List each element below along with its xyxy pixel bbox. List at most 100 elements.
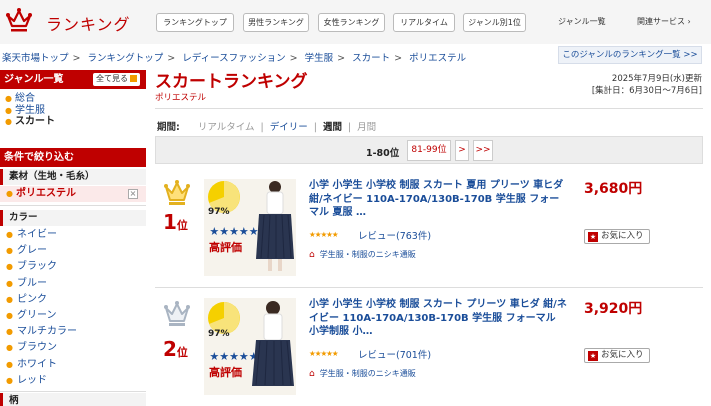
period-monthly: 月間 bbox=[357, 122, 377, 133]
ranking-logo-text[interactable]: ランキング bbox=[46, 11, 131, 35]
period-selector: 期間: リアルタイム | デイリー | 週間 | 月間 bbox=[157, 122, 377, 133]
breadcrumb: 楽天市場トップ > ランキングトップ > レディースファッション > 学生服 > スカー… bbox=[2, 53, 467, 64]
period-weekly: 週間 bbox=[322, 122, 342, 133]
bullet-icon: ● bbox=[6, 327, 13, 337]
color-item[interactable]: ● マルチカラー bbox=[6, 324, 77, 340]
star-icon: ★ bbox=[588, 232, 598, 242]
shop-link[interactable]: ⌂ 学生服・制服のニシキ通販 bbox=[309, 249, 416, 260]
bullet-icon: ● bbox=[6, 262, 13, 272]
bullet-icon: ● bbox=[6, 375, 13, 385]
price: 3,680円 bbox=[584, 181, 643, 197]
breadcrumb-item[interactable]: 学生服 bbox=[305, 53, 334, 64]
add-favorite-button[interactable]: ★ お気に入り bbox=[584, 348, 650, 363]
pager-current: 1-80位 bbox=[366, 148, 400, 159]
material-selected[interactable]: ● ポリエステル × bbox=[0, 186, 146, 202]
product-image[interactable]: ★★★★★ 97% 高評価 bbox=[204, 298, 296, 395]
bullet-icon: ● bbox=[6, 278, 13, 288]
bullet-icon: ● bbox=[5, 105, 12, 115]
color-item[interactable]: ● ピンク bbox=[6, 292, 77, 308]
female-ranking-button[interactable]: 女性ランキング bbox=[318, 13, 385, 32]
rating-badge-pct: 97% bbox=[208, 207, 230, 217]
star-icon: ★ bbox=[588, 351, 598, 361]
breadcrumb-item[interactable]: レディースファッション bbox=[182, 53, 285, 64]
bullet-icon: ● bbox=[6, 359, 13, 369]
ranking-top-button[interactable]: ランキングトップ bbox=[156, 13, 234, 32]
male-ranking-button[interactable]: 男性ランキング bbox=[243, 13, 309, 32]
pattern-heading: 柄 bbox=[0, 393, 146, 406]
pager-last-button[interactable]: >> bbox=[473, 140, 493, 161]
rank-number: 2位 bbox=[163, 337, 188, 361]
genre-list-link[interactable]: ジャンル一覧 bbox=[558, 16, 606, 27]
period-label: 期間: bbox=[157, 122, 180, 133]
gold-crown-icon bbox=[164, 180, 190, 205]
bullet-icon: ● bbox=[6, 230, 13, 239]
period-daily[interactable]: デイリー bbox=[270, 122, 308, 133]
svg-text:★★★★★: ★★★★★ bbox=[209, 225, 258, 238]
color-list: ● ネイビー ● グレー ● ブラック ● ブルー ● ピンク ● グリーン ● マルチカラー… bbox=[6, 227, 77, 389]
breadcrumb-item[interactable]: ポリエステル bbox=[409, 53, 466, 64]
bullet-icon: ● bbox=[6, 294, 13, 304]
review-link[interactable]: レビュー(763件) bbox=[358, 228, 431, 242]
bullet-icon: ● bbox=[5, 94, 12, 103]
rating-badge-pct: 97% bbox=[208, 329, 230, 339]
price: 3,920円 bbox=[584, 301, 643, 317]
bullet-icon: ● bbox=[6, 189, 13, 198]
bullet-icon: ● bbox=[5, 117, 12, 126]
divider bbox=[155, 287, 703, 288]
breadcrumb-item[interactable]: スカート bbox=[352, 53, 390, 64]
rating-stars-icon: ★★★★★ bbox=[309, 230, 339, 239]
divider bbox=[0, 205, 146, 206]
review-link[interactable]: レビュー(701件) bbox=[358, 347, 431, 361]
shop-link[interactable]: ⌂ 学生服・制服のニシキ通販 bbox=[309, 368, 416, 379]
period-realtime: リアルタイム bbox=[197, 122, 255, 133]
genre-list-header: ジャンル一覧 全て見る bbox=[0, 70, 146, 89]
bullet-icon: ● bbox=[6, 246, 13, 256]
color-heading: カラー bbox=[0, 210, 146, 226]
genre-list: ● 総合 ● 学生服 ● スカート bbox=[5, 93, 55, 128]
color-item[interactable]: ● ブルー bbox=[6, 276, 77, 292]
divider bbox=[155, 108, 703, 109]
pager: 1-80位 81-99位 > >> bbox=[155, 136, 703, 164]
related-services-link[interactable]: 関連サービス › bbox=[637, 16, 691, 27]
genre-item[interactable]: ● 総合 bbox=[5, 93, 55, 105]
divider bbox=[0, 391, 146, 392]
svg-text:★★★★★: ★★★★★ bbox=[209, 350, 258, 363]
product-photo: ★★★★★ bbox=[204, 179, 296, 276]
page-title: スカートランキング bbox=[155, 72, 308, 92]
product-photo: ★★★★★ bbox=[204, 298, 296, 395]
rating-stars-icon: ★★★★★ bbox=[309, 349, 339, 358]
genre-item[interactable]: ● 学生服 bbox=[5, 105, 55, 117]
crown-logo-icon[interactable] bbox=[6, 6, 32, 34]
filter-header: 条件で絞り込む bbox=[0, 148, 146, 167]
genre-ranking-list-link[interactable]: このジャンルのランキング一覧 >> bbox=[558, 46, 702, 64]
pager-next-range[interactable]: 81-99位 bbox=[407, 140, 451, 161]
product-title[interactable]: 小学 小学生 小学校 制服 スカート プリーツ 車ヒダ 紺/ネイビー 110A-… bbox=[309, 298, 567, 339]
color-item[interactable]: ● ブラウン bbox=[6, 340, 77, 356]
product-title[interactable]: 小学 小学生 小学校 制服 スカート 夏用 プリーツ 車ヒダ 紺/ネイビー 11… bbox=[309, 179, 567, 220]
breadcrumb-item[interactable]: 楽天市場トップ bbox=[2, 53, 69, 64]
color-item[interactable]: ● グレー bbox=[6, 243, 77, 259]
shop-home-icon: ⌂ bbox=[309, 250, 315, 260]
pager-next-button[interactable]: > bbox=[455, 140, 469, 161]
color-item[interactable]: ● レッド bbox=[6, 373, 77, 389]
product-image[interactable]: ★★★★★ 97% 高評価 bbox=[204, 179, 296, 276]
rating-badge-text: 高評価 bbox=[209, 366, 242, 379]
material-heading: 素材（生地・毛糸） bbox=[0, 169, 146, 185]
add-favorite-button[interactable]: ★ お気に入り bbox=[584, 229, 650, 244]
bullet-icon: ● bbox=[6, 343, 13, 353]
rating-badge-text: 高評価 bbox=[209, 241, 242, 254]
header: ランキング ランキングトップ 男性ランキング 女性ランキング リアルタイム ジャ… bbox=[0, 0, 711, 44]
color-item[interactable]: ● ネイビー bbox=[6, 227, 77, 243]
color-item[interactable]: ● グリーン bbox=[6, 308, 77, 324]
color-item[interactable]: ● ホワイト bbox=[6, 357, 77, 373]
color-item[interactable]: ● ブラック bbox=[6, 259, 77, 275]
realtime-button[interactable]: リアルタイム bbox=[393, 13, 455, 32]
remove-filter-icon[interactable]: × bbox=[128, 189, 138, 199]
rank-number: 1位 bbox=[163, 210, 188, 234]
update-date: 2025年7月9日(水)更新 [集計日：6月30日～7月6日] bbox=[591, 74, 702, 96]
show-all-button[interactable]: 全て見る bbox=[93, 73, 140, 86]
breadcrumb-item[interactable]: ランキングトップ bbox=[88, 53, 164, 64]
genre-top-button[interactable]: ジャンル別1位 bbox=[463, 13, 526, 32]
silver-crown-icon bbox=[164, 301, 190, 326]
shop-home-icon: ⌂ bbox=[309, 369, 315, 379]
